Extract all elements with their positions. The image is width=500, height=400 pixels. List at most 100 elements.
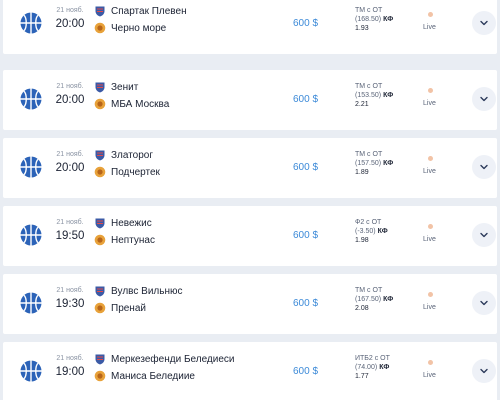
bet-details: ТМ с ОТ (168.50) КФ 1.93 xyxy=(355,6,415,33)
bet-line: ТМ с ОТ xyxy=(355,151,383,158)
bet-line: ТМ с ОТ xyxy=(355,7,383,14)
bet-value: (74.00) xyxy=(355,364,378,371)
match-list: 21 нояб. 20:00 Спартак Плевен Черно море… xyxy=(0,0,500,400)
chevron-down-icon xyxy=(480,300,488,306)
bet-details: ИТБ2 с ОТ (74.00) КФ 1.77 xyxy=(355,354,415,381)
team-logo-icon xyxy=(94,234,106,246)
match-date: 21 нояб. xyxy=(56,287,84,294)
basketball-icon xyxy=(20,360,42,382)
bet-amount: 600 $ xyxy=(293,230,319,241)
team-name: Спартак Плевен xyxy=(111,5,187,17)
match-time: 19:00 xyxy=(55,366,85,378)
kf-label: КФ xyxy=(383,296,394,303)
chevron-down-icon xyxy=(480,96,488,102)
team-home: Меркезефенди Беледиеси xyxy=(94,352,234,366)
bet-details: ТМ с ОТ (153.50) КФ 2.21 xyxy=(355,82,415,109)
bet-line: Ф2 с ОТ xyxy=(355,219,382,226)
team-away: Пренай xyxy=(94,301,146,315)
live-status: Live xyxy=(423,24,436,31)
team-logo-icon xyxy=(94,98,106,110)
team-logo-icon xyxy=(94,370,106,382)
team-name: Пренай xyxy=(111,302,146,314)
team-name: Меркезефенди Беледиеси xyxy=(111,353,235,365)
team-name: Маниса Беледиие xyxy=(111,370,195,382)
bet-value: (168.50) xyxy=(355,16,382,23)
odds-value: 1.89 xyxy=(355,169,369,176)
team-name: Черно море xyxy=(111,22,167,34)
team-logo-icon xyxy=(95,82,105,93)
team-logo-icon xyxy=(95,6,105,17)
live-status: Live xyxy=(423,100,436,107)
live-indicator-dot xyxy=(428,156,433,161)
live-status: Live xyxy=(423,304,436,311)
kf-label: КФ xyxy=(379,364,390,371)
odds-value: 2.21 xyxy=(355,101,369,108)
team-name: Зенит xyxy=(111,81,139,93)
team-logo-icon xyxy=(94,302,106,314)
team-logo-icon xyxy=(95,354,105,365)
team-home: Златорог xyxy=(94,148,153,162)
odds-value: 2.08 xyxy=(355,305,369,312)
match-row[interactable]: 21 нояб. 19:50 Невежис Нептунас 600 $ Ф2… xyxy=(3,206,497,266)
live-indicator-dot xyxy=(428,292,433,297)
match-row[interactable]: 21 нояб. 20:00 Спартак Плевен Черно море… xyxy=(3,0,497,54)
match-row[interactable]: 21 нояб. 19:30 Вулвс Вильнюс Пренай 600 … xyxy=(3,274,497,334)
kf-label: КФ xyxy=(383,160,394,167)
team-name: Златорог xyxy=(111,149,154,161)
bet-line: ТМ с ОТ xyxy=(355,287,383,294)
bet-value: (167.50) xyxy=(355,296,382,303)
team-home: Спартак Плевен xyxy=(94,4,187,18)
team-logo-icon xyxy=(95,218,105,229)
team-away: Маниса Беледиие xyxy=(94,369,195,383)
kf-label: КФ xyxy=(383,16,394,23)
team-name: Подчертек xyxy=(111,166,160,178)
bet-amount: 600 $ xyxy=(293,298,319,309)
bet-details: ТМ с ОТ (167.50) КФ 2.08 xyxy=(355,286,415,313)
kf-label: КФ xyxy=(383,92,394,99)
bet-line: ТМ с ОТ xyxy=(355,83,383,90)
team-name: Невежис xyxy=(111,217,152,229)
team-home: Невежис xyxy=(94,216,152,230)
team-away: Черно море xyxy=(94,21,166,35)
basketball-icon xyxy=(20,88,42,110)
expand-button[interactable] xyxy=(472,11,496,35)
team-home: Зенит xyxy=(94,80,138,94)
expand-button[interactable] xyxy=(472,87,496,111)
live-status: Live xyxy=(423,372,436,379)
live-status: Live xyxy=(423,168,436,175)
match-time: 19:30 xyxy=(55,298,85,310)
team-logo-icon xyxy=(94,166,106,178)
team-away: МБА Москва xyxy=(94,97,169,111)
basketball-icon xyxy=(20,224,42,246)
bet-value: (157.50) xyxy=(355,160,382,167)
bet-details: Ф2 с ОТ (-3.50) КФ 1.98 xyxy=(355,218,415,245)
basketball-icon xyxy=(20,156,42,178)
expand-button[interactable] xyxy=(472,359,496,383)
bet-amount: 600 $ xyxy=(293,366,319,377)
match-date: 21 нояб. xyxy=(56,219,84,226)
bet-value: (153.50) xyxy=(355,92,382,99)
bet-amount: 600 $ xyxy=(293,18,319,29)
chevron-down-icon xyxy=(480,20,488,26)
team-away: Подчертек xyxy=(94,165,160,179)
match-row[interactable]: 21 нояб. 20:00 Зенит МБА Москва 600 $ ТМ… xyxy=(3,70,497,130)
match-time: 20:00 xyxy=(55,94,85,106)
live-status: Live xyxy=(423,236,436,243)
match-time: 19:50 xyxy=(55,230,85,242)
team-logo-icon xyxy=(94,22,106,34)
match-row[interactable]: 21 нояб. 19:00 Меркезефенди Беледиеси Ма… xyxy=(3,342,497,400)
team-logo-icon xyxy=(95,150,105,161)
match-date: 21 нояб. xyxy=(56,83,84,90)
chevron-down-icon xyxy=(480,164,488,170)
match-date: 21 нояб. xyxy=(56,7,84,14)
match-row[interactable]: 21 нояб. 20:00 Златорог Подчертек 600 $ … xyxy=(3,138,497,198)
live-indicator-dot xyxy=(428,88,433,93)
kf-label: КФ xyxy=(377,228,388,235)
match-time: 20:00 xyxy=(55,18,85,30)
expand-button[interactable] xyxy=(472,291,496,315)
expand-button[interactable] xyxy=(472,155,496,179)
team-away: Нептунас xyxy=(94,233,155,247)
expand-button[interactable] xyxy=(472,223,496,247)
live-indicator-dot xyxy=(428,224,433,229)
live-indicator-dot xyxy=(428,12,433,17)
